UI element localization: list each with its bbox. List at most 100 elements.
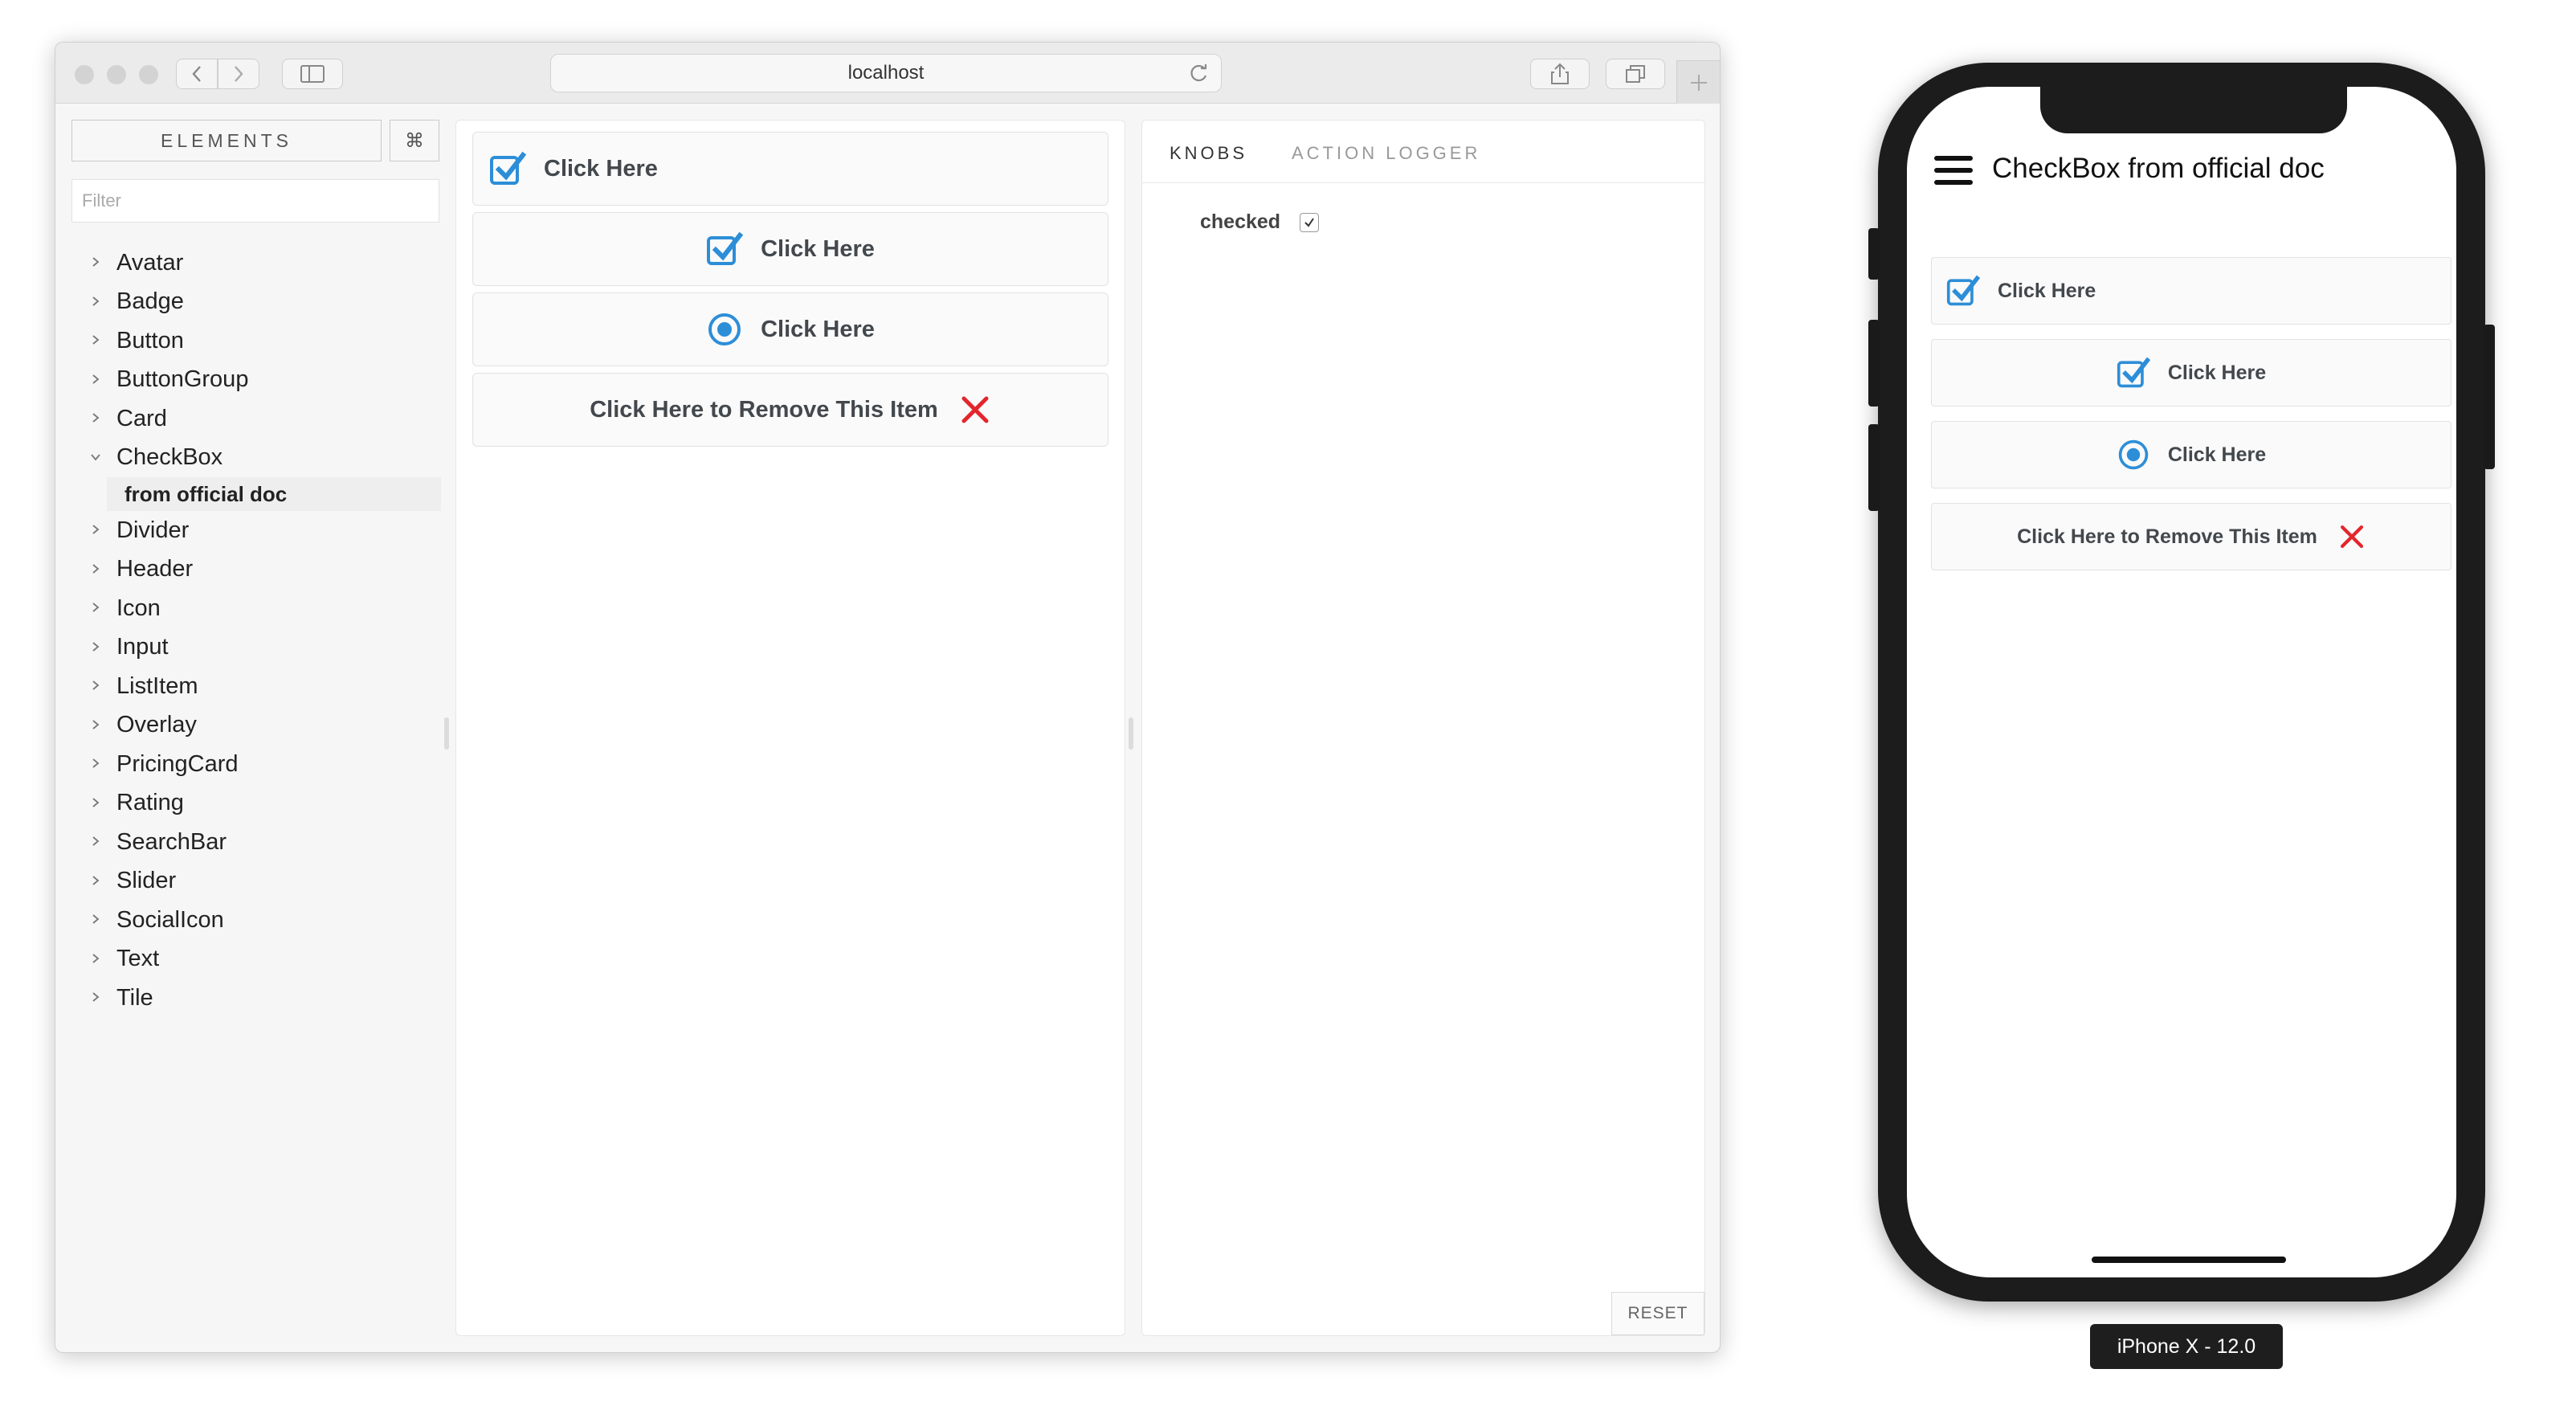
shortcuts-button[interactable]: ⌘ (390, 120, 439, 161)
checkbox-remove-item[interactable]: Click Here to Remove This Item (472, 373, 1108, 447)
chevron-right-icon (92, 413, 100, 423)
story-item-selected[interactable]: from official doc (107, 477, 441, 511)
chevron-right-icon (92, 642, 100, 652)
knob-label: checked (1200, 210, 1281, 233)
tree-item-label: Text (116, 946, 160, 972)
checked-square-icon (707, 231, 744, 265)
checkbox-center-radio[interactable]: Click Here (472, 292, 1108, 366)
phone-checkbox-center-radio[interactable]: Click Here (1931, 421, 2451, 488)
close-x-icon (961, 396, 989, 423)
chevron-right-icon (92, 798, 100, 807)
checkbox-label: Click Here to Remove This Item (590, 396, 938, 423)
checkbox-label: Click Here (1998, 279, 2096, 302)
tree-item-searchbar[interactable]: SearchBar (71, 823, 441, 862)
chevron-down-icon (91, 454, 100, 461)
tree-item-label: Icon (116, 595, 161, 621)
tree-item-label: SocialIcon (116, 906, 224, 933)
tree-item-input[interactable]: Input (71, 628, 441, 668)
tree-item-card[interactable]: Card (71, 399, 441, 439)
reset-button[interactable]: RESET (1611, 1292, 1704, 1335)
tree-item-buttongroup[interactable]: ButtonGroup (71, 361, 441, 400)
address-bar[interactable]: localhost (550, 54, 1222, 92)
tree-item-avatar[interactable]: Avatar (71, 243, 441, 283)
checkbox-label: Click Here to Remove This Item (2017, 525, 2317, 548)
chevron-right-icon (92, 374, 100, 384)
browser-window: localhost ELEMENTS ⌘ Filter Avatar Badge… (55, 42, 1721, 1353)
knob-checked-checkbox[interactable] (1300, 212, 1320, 232)
tab-knobs[interactable]: KNOBS (1170, 143, 1247, 164)
checkbox-label: Click Here (544, 155, 658, 182)
chevron-right-icon (92, 296, 100, 306)
close-x-icon (2340, 525, 2363, 549)
tree-item-label: Rating (116, 790, 184, 816)
phone-page-title: CheckBox from official doc (1992, 153, 2325, 184)
tree-item-overlay[interactable]: Overlay (71, 706, 441, 746)
hamburger-menu-icon[interactable] (1934, 156, 1973, 185)
radio-dot-icon (708, 313, 741, 345)
checkbox-label: Click Here (2167, 443, 2267, 466)
tree-item-icon[interactable]: Icon (71, 589, 441, 628)
tree-item-slider[interactable]: Slider (71, 862, 441, 901)
tabs-icon (1626, 65, 1645, 83)
tree-item-tile[interactable]: Tile (71, 979, 441, 1018)
forward-button[interactable] (218, 59, 259, 89)
addons-panel: KNOBS ACTION LOGGER checked RESET (1141, 120, 1705, 1336)
phone-checkbox-remove-item[interactable]: Click Here to Remove This Item (1931, 503, 2451, 570)
minimize-window-button[interactable] (107, 65, 126, 84)
chevron-right-icon (92, 758, 100, 768)
checkbox-center-checked[interactable]: Click Here (472, 212, 1108, 286)
filter-input[interactable]: Filter (71, 179, 439, 223)
share-button[interactable] (1530, 59, 1590, 89)
tree-item-socialicon[interactable]: SocialIcon (71, 901, 441, 940)
chevron-right-icon (92, 257, 100, 267)
tree-item-label: Button (116, 327, 184, 354)
tree-item-divider[interactable]: Divider (71, 511, 441, 550)
chevron-right-icon (92, 603, 100, 612)
component-tree: Avatar Badge Button ButtonGroup Card Che… (71, 243, 441, 1018)
panel-resize-handle[interactable] (1129, 717, 1133, 750)
chevron-right-icon (92, 954, 100, 963)
tree-item-label: PricingCard (116, 750, 239, 777)
tree-item-listitem[interactable]: ListItem (71, 667, 441, 706)
chevron-right-icon (92, 564, 100, 574)
tree-item-checkbox[interactable]: CheckBox (71, 439, 441, 478)
zoom-window-button[interactable] (139, 65, 158, 84)
checked-square-icon (1946, 275, 1980, 306)
checked-square-icon (490, 151, 526, 185)
chevron-right-icon (235, 66, 243, 82)
close-window-button[interactable] (75, 65, 94, 84)
tree-item-label: Divider (116, 517, 190, 543)
tree-item-header[interactable]: Header (71, 550, 441, 590)
tree-item-label: Overlay (116, 712, 197, 738)
elements-header-button[interactable]: ELEMENTS (71, 120, 382, 161)
tree-item-text[interactable]: Text (71, 940, 441, 979)
tree-item-label: Badge (116, 288, 184, 315)
tree-item-pricingcard[interactable]: PricingCard (71, 745, 441, 784)
phone-checkbox-left-checked[interactable]: Click Here (1931, 257, 2451, 325)
sidebar-resize-handle[interactable] (444, 717, 449, 750)
volume-down-button (1868, 424, 1880, 511)
volume-up-button (1868, 320, 1880, 407)
tab-action-logger[interactable]: ACTION LOGGER (1292, 143, 1480, 164)
plus-icon (1690, 74, 1707, 91)
chevron-right-icon (92, 525, 100, 534)
addons-tabs: KNOBS ACTION LOGGER (1142, 121, 1704, 183)
chevron-right-icon (92, 914, 100, 924)
mute-switch (1868, 228, 1880, 280)
tree-item-rating[interactable]: Rating (71, 784, 441, 823)
tree-item-label: ButtonGroup (116, 366, 249, 393)
tabs-overview-button[interactable] (1606, 59, 1665, 89)
phone-checkbox-center-checked[interactable]: Click Here (1931, 339, 2451, 407)
new-tab-button[interactable] (1676, 60, 1720, 104)
tree-item-label: Tile (116, 984, 153, 1011)
back-button[interactable] (176, 59, 218, 89)
tree-item-label: Card (116, 405, 167, 431)
checkbox-left-checked[interactable]: Click Here (472, 132, 1108, 206)
tree-item-badge[interactable]: Badge (71, 283, 441, 322)
reload-icon[interactable] (1189, 63, 1210, 84)
tree-item-label: Input (116, 634, 169, 660)
tree-item-button[interactable]: Button (71, 321, 441, 361)
tree-item-label: ListItem (116, 672, 198, 699)
sidebar-toggle-button[interactable] (282, 59, 343, 89)
url-text: localhost (847, 62, 925, 84)
